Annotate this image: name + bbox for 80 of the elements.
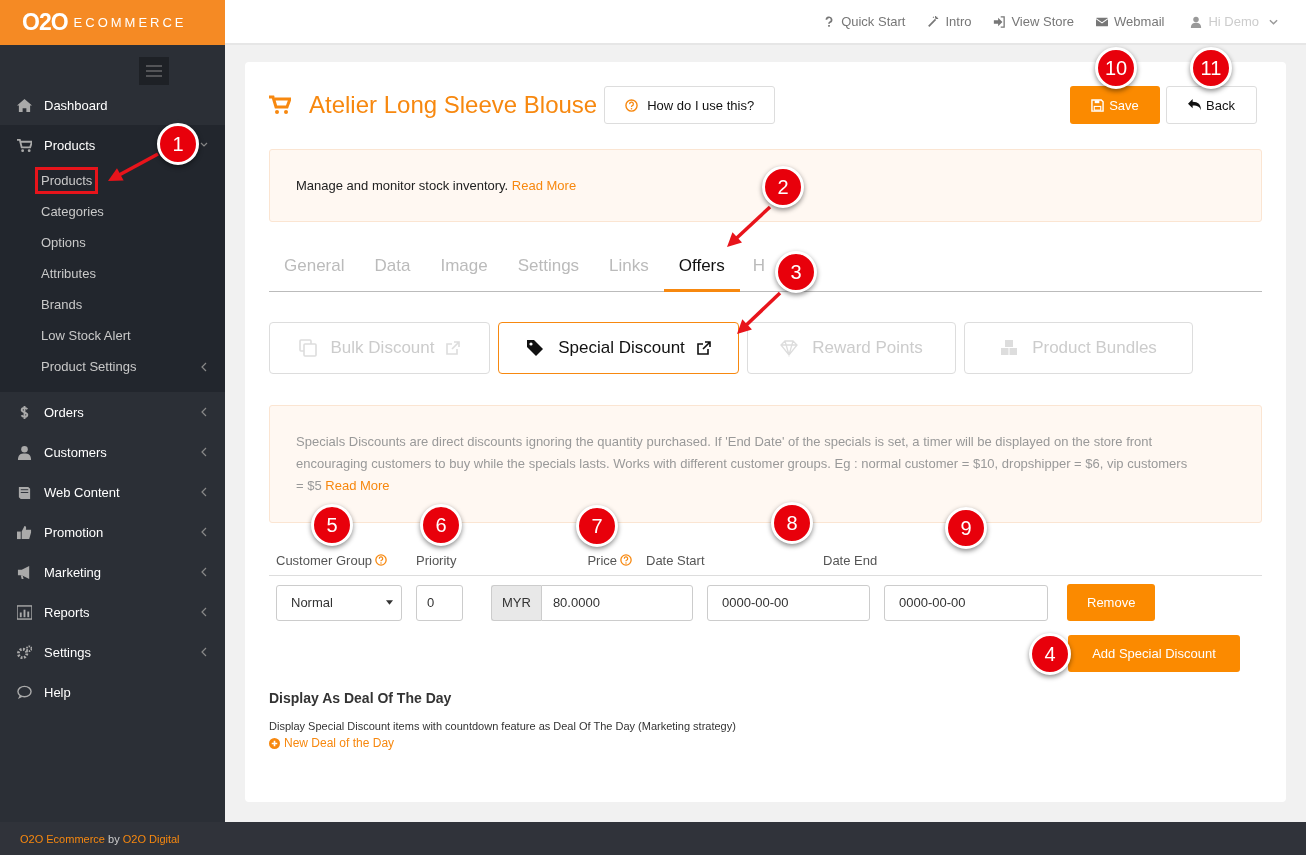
step-number-badge: 10 [1095, 47, 1137, 89]
thumbs-up-icon [17, 524, 32, 540]
footer-link[interactable]: O2O Ecommerce [20, 832, 105, 845]
sign-in-icon [993, 15, 1006, 28]
annotation-arrow [108, 152, 159, 181]
top-nav-link[interactable]: Quick Start [823, 14, 906, 29]
column-header: Price [492, 552, 632, 568]
book-icon [17, 484, 32, 500]
section-heading: Display As Deal Of The Day [269, 690, 453, 706]
footer-text: O2O Ecommerce by O2O Digital [20, 832, 180, 845]
column-header: Date End [823, 552, 879, 568]
sidebar-subitem[interactable]: Brands [0, 289, 225, 320]
question-circle-icon [625, 98, 639, 112]
menu-toggle-button[interactable] [139, 57, 169, 85]
menu-icon [146, 65, 162, 77]
back-button[interactable]: Back [1166, 86, 1257, 124]
date-start-field[interactable]: 0000-00-00 [707, 584, 870, 621]
megaphone-icon [17, 564, 32, 580]
annotation-arrow [737, 291, 782, 334]
help-button[interactable]: How do I use this? [604, 86, 776, 124]
magic-wand-icon [927, 15, 940, 28]
help-icon [375, 554, 388, 566]
sidebar-item[interactable]: Settings [17, 632, 91, 672]
sidebar-subitem[interactable]: Product Settings [0, 351, 225, 382]
sidebar-item[interactable]: Orders [17, 392, 84, 432]
bar-chart-icon [17, 604, 32, 620]
sidebar-item[interactable]: Products [17, 125, 96, 165]
diamond-icon [780, 339, 799, 357]
top-nav-link[interactable]: Webmail [1096, 14, 1165, 29]
step-number-badge: 11 [1190, 47, 1232, 89]
dropdown-caret-icon [386, 600, 393, 605]
external-link-icon [696, 341, 711, 355]
sidebar-item[interactable]: Reports [17, 592, 90, 632]
sidebar-item[interactable]: Marketing [17, 552, 102, 592]
offer-type-button[interactable]: Special Discount [498, 322, 739, 374]
section-description: Display Special Discount items with countdown feature as Deal Of The Day (Marketing strategy) [269, 720, 737, 732]
chevron-left-icon [200, 361, 208, 372]
column-header: Customer Group [276, 552, 416, 568]
top-nav-link[interactable]: Intro [927, 14, 972, 29]
sidebar-item[interactable]: Web Content [17, 472, 120, 512]
date-end-field[interactable]: 0000-00-00 [884, 584, 1048, 621]
speech-bubble-icon [17, 684, 32, 700]
logo-wordmark: ECOMMERCE [73, 15, 187, 30]
logo-mark: O2O [22, 9, 68, 36]
reply-icon [1188, 98, 1202, 112]
info-text: Manage and monitor stock inventory. Read More [296, 178, 577, 193]
sidebar-item[interactable]: Dashboard [17, 85, 108, 125]
annotation-arrow [727, 205, 772, 247]
help-icon [620, 554, 632, 566]
sidebar-subitem[interactable]: Low Stock Alert [0, 320, 225, 351]
sidebar-item[interactable]: Help [17, 672, 71, 712]
copy-icon [298, 339, 317, 357]
sidebar-subitem[interactable]: Products [0, 165, 225, 196]
chevron-down-icon [1269, 18, 1278, 25]
cubes-icon [1000, 339, 1019, 357]
footer-link[interactable]: O2O Digital [122, 832, 180, 845]
cart-icon [269, 95, 291, 115]
price-field[interactable]: 80.0000 [540, 584, 693, 621]
gears-icon [17, 644, 32, 660]
currency-label: MYR [491, 584, 541, 621]
user-icon [1190, 15, 1203, 28]
sidebar-item[interactable]: Customers [17, 432, 107, 472]
envelope-icon [1096, 15, 1109, 28]
customer-group-select[interactable]: Normal [276, 584, 402, 621]
home-icon [17, 97, 32, 113]
column-header: Priority [416, 552, 458, 568]
sidebar-item[interactable]: Promotion [17, 512, 104, 552]
sidebar-subitem[interactable]: Categories [0, 196, 225, 227]
cart-icon [17, 137, 32, 153]
external-link-icon [446, 341, 461, 355]
description-text: Specials Discounts are direct discounts ignoring the quantity purchased. If 'End Date' of the specials is set, a timer will be displayed on the store front encouraging customers to buy while the specials lasts. Works with different customer groups. Eg : normal customer = $10, dropshipper = $6, vip customers = $5 Read More [296, 433, 1189, 495]
top-nav-link[interactable]: View Store [993, 14, 1075, 29]
plus-circle-icon [269, 737, 280, 749]
sidebar-subitem[interactable]: Attributes [0, 258, 225, 289]
user-icon [17, 444, 32, 460]
tag-icon [526, 339, 545, 357]
priority-field[interactable]: 0 [416, 584, 463, 621]
page-title: Atelier Long Sleeve Blouse [309, 91, 598, 119]
column-header: Date Start [646, 552, 706, 568]
sidebar-subitem[interactable]: Options [0, 227, 225, 258]
